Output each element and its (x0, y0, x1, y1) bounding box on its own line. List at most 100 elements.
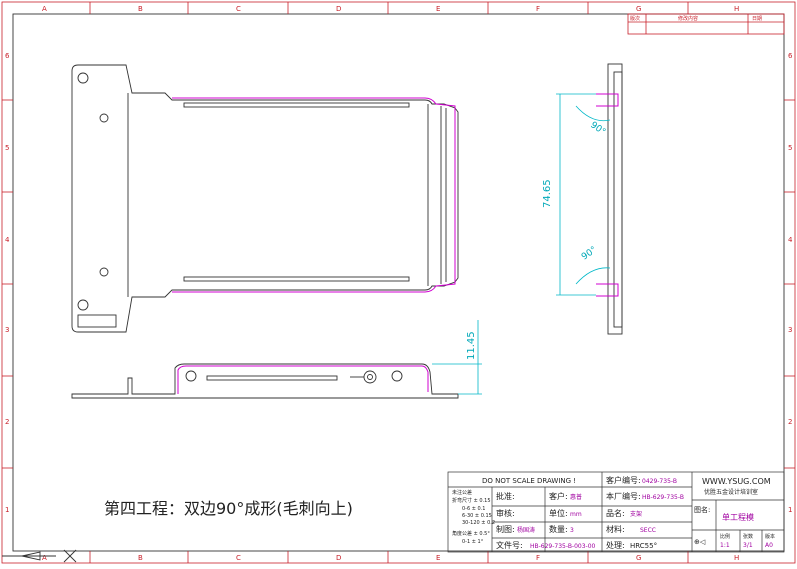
zone-bottom-h: H (734, 554, 739, 562)
tol-line-5: 角度公差 ± 0.5° (452, 530, 490, 537)
bend-line-magenta (172, 97, 456, 293)
zone-right-6: 6 (788, 52, 793, 60)
zone-bottom-f: F (536, 554, 540, 562)
label-customer-no: 客户编号: (606, 475, 641, 485)
label-scale: 比例 (720, 533, 730, 540)
revision-table: 版次 修改内容 日期 (627, 13, 785, 35)
zone-right-5: 5 (788, 144, 792, 152)
inner-border (12, 13, 785, 552)
value-qty: 3 (570, 527, 574, 534)
zone-bottom-b: B (138, 554, 143, 562)
rev-col-2: 修改内容 (678, 15, 698, 22)
zone-left-1: 1 (5, 506, 9, 514)
zone-right-2: 2 (788, 418, 792, 426)
zone-top-e: E (436, 5, 440, 13)
zone-top-d: D (336, 5, 341, 13)
tol-header: 未注公差 (452, 489, 472, 496)
angle-arc-top (575, 105, 611, 122)
label-version: 版本 (765, 533, 775, 540)
dim-flange: 11.45 (466, 331, 477, 360)
label-customer: 客户: (549, 491, 568, 501)
front-hole-right (391, 370, 403, 382)
front-outline (71, 363, 459, 399)
label-part-name: 品名: (606, 508, 625, 518)
side-plate (607, 63, 623, 335)
dim-height: 74.65 (542, 179, 553, 208)
label-review: 审核: (496, 508, 515, 518)
zone-top-b: B (138, 5, 143, 13)
flange-top-magenta (596, 93, 619, 107)
rail-slot-top (183, 102, 410, 108)
zone-right-4: 4 (788, 236, 793, 244)
value-sheet: 3/1 (743, 542, 753, 549)
label-approve: 批准: (496, 491, 515, 501)
label-qty: 数量: (549, 524, 568, 534)
tol-line-6: 0-1 ± 1° (462, 539, 484, 545)
zone-right-3: 3 (788, 326, 792, 334)
rev-col-1: 版次 (630, 15, 640, 22)
value-customer: 惠普 (570, 493, 582, 501)
mounting-hole-bottom (77, 299, 89, 311)
label-drawn: 制图: (496, 524, 515, 534)
zone-right-1: 1 (788, 506, 792, 514)
value-scale: 1:1 (720, 542, 730, 549)
company-name: 优胜五金设计培训室 (704, 488, 758, 496)
side-view: 74.65 90° 90° (542, 63, 623, 335)
zone-left-5: 5 (5, 144, 9, 152)
projection-symbol (2, 549, 77, 563)
zone-bottom-e: E (436, 554, 440, 562)
angle-arc-bottom (575, 267, 611, 285)
dim-angle-bottom: 90° (580, 245, 599, 262)
drawing-canvas: A B C D E F G H A B C D E F G H 6 5 4 3 … (1, 1, 796, 564)
value-factory-no: HB-629-735-B (642, 494, 684, 501)
zone-left-3: 3 (5, 326, 9, 334)
value-material: SECC (640, 527, 656, 534)
value-drawing-name: 单工程模 (722, 512, 754, 522)
zone-left-2: 2 (5, 418, 9, 426)
rail-slot-bottom (183, 276, 410, 282)
zone-left-6: 6 (5, 52, 10, 60)
front-hole-left (185, 370, 197, 382)
label-factory-no: 本厂编号: (606, 491, 641, 501)
label-material: 材料: (606, 524, 625, 534)
front-boss (363, 370, 377, 384)
tol-line-3: 6-30 ± 0.15 (462, 513, 492, 519)
dim-angle-top: 90° (588, 120, 607, 137)
label-file-no: 文件号: (496, 540, 523, 550)
drawing-sheet: A B C D E F G H A B C D E F G H 6 5 4 3 … (0, 0, 797, 565)
label-sheet: 张数 (743, 533, 753, 540)
label-treatment: 处理: (606, 540, 625, 550)
zone-top-h: H (734, 5, 739, 13)
zone-left-4: 4 (5, 236, 10, 244)
zone-bottom-c: C (236, 554, 241, 562)
value-part-name: 支架 (630, 510, 642, 518)
proj-glyph: ⊕◁ (694, 538, 706, 546)
company-url: WWW.YSUG.COM (702, 477, 771, 486)
tol-line-2: 0-6 ± 0.1 (462, 506, 486, 512)
label-drawing-name: 图名: (694, 505, 710, 514)
value-treatment: HRC55° (630, 542, 657, 550)
front-view: 11.45 (71, 320, 482, 399)
zone-top-c: C (236, 5, 241, 13)
pilot-hole-top (99, 113, 109, 123)
rev-col-3: 日期 (752, 16, 762, 22)
zone-top-f: F (536, 5, 540, 13)
zone-bottom-g: G (636, 554, 641, 562)
top-view (71, 64, 459, 333)
zone-top-a: A (42, 5, 47, 13)
label-unit: 单位: (549, 508, 568, 518)
process-caption: 第四工程：双边90°成形(毛刺向上) (104, 499, 353, 518)
value-file-no: HB-629-735-B-003-00 (530, 543, 596, 550)
value-version: A0 (765, 542, 773, 549)
mounting-hole-top (77, 72, 89, 84)
value-customer-no: 0429-735-B (642, 478, 677, 485)
value-drawn: 杨国涛 (517, 526, 535, 534)
front-slot (206, 375, 338, 381)
zone-bottom-a: A (42, 554, 47, 562)
zone-bottom-d: D (336, 554, 341, 562)
tol-line-1: 折弯尺寸 ± 0.15 (452, 497, 491, 504)
scale-warning: DO NOT SCALE DRAWING ! (482, 477, 576, 485)
tol-line-4: 30-120 ± 0.2 (462, 520, 495, 526)
zone-top-g: G (636, 5, 641, 13)
pilot-hole-bottom (99, 267, 109, 277)
